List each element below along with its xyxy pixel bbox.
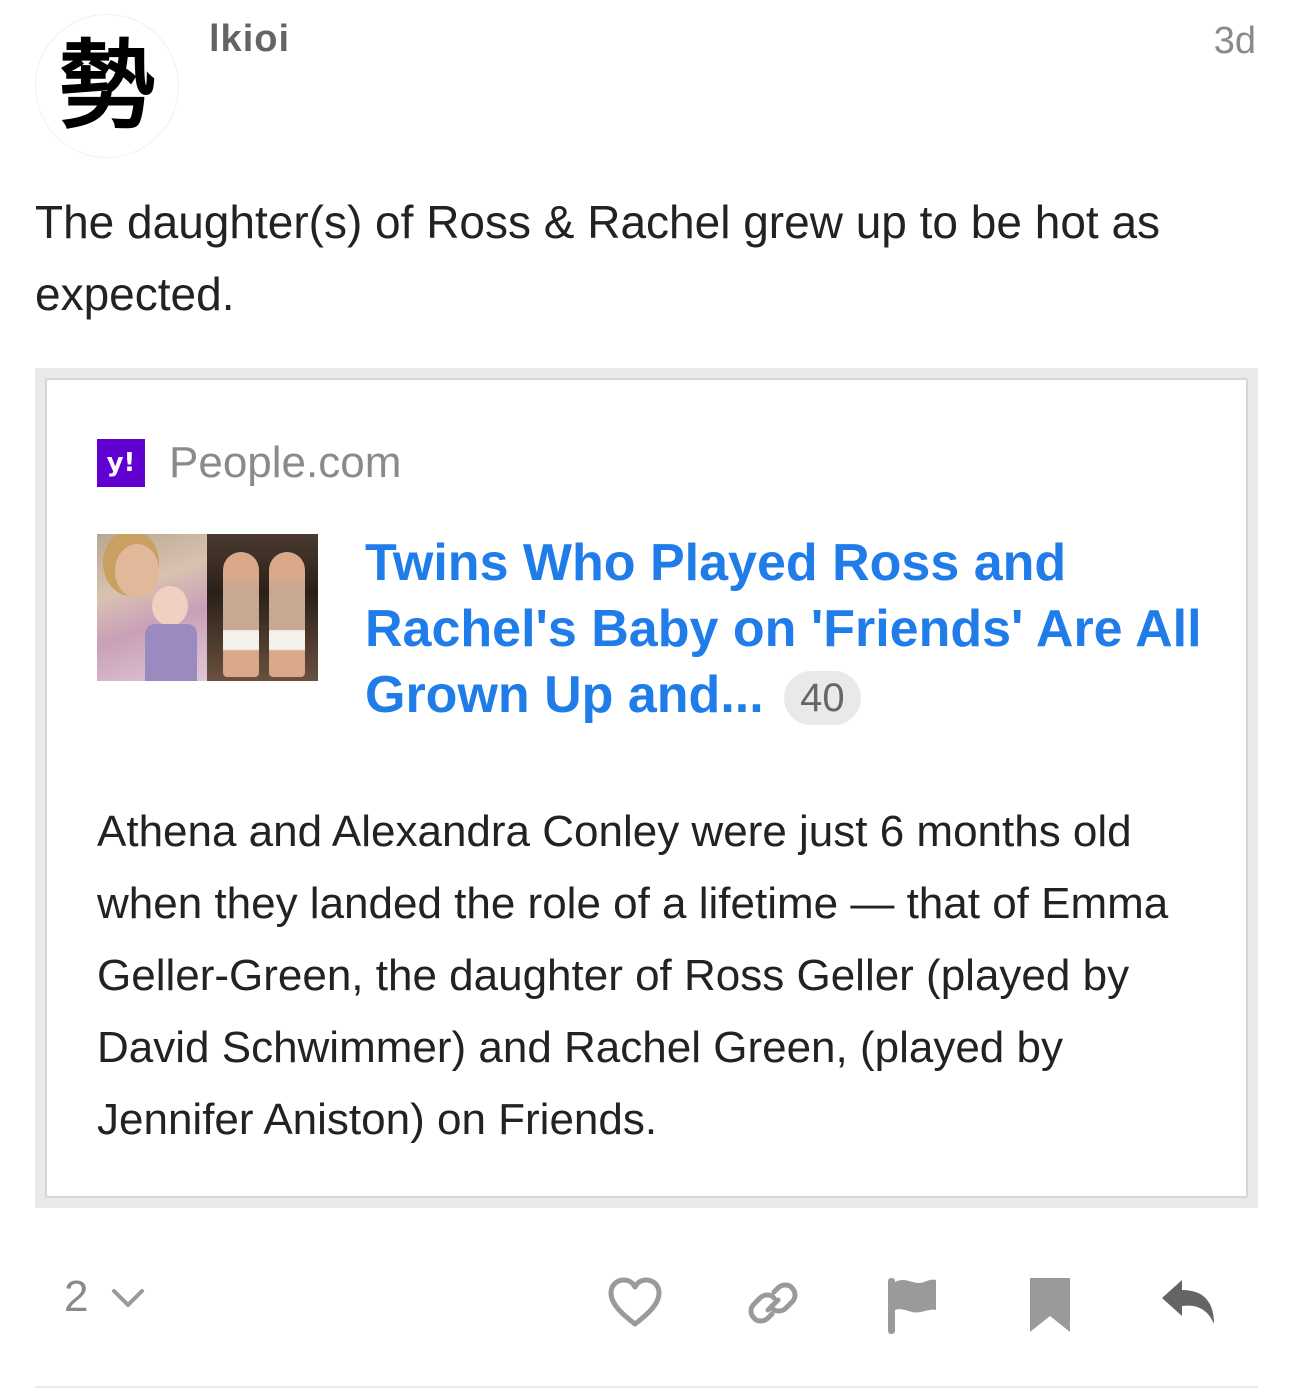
article-title[interactable]: Twins Who Played Ross and Rachel's Baby … [365,530,1205,728]
link-icon[interactable] [744,1274,802,1332]
flag-icon[interactable] [884,1274,942,1336]
avatar-glyph: 勢 [59,29,155,142]
post-divider [35,1386,1258,1388]
post-username[interactable]: lkioi [209,18,290,61]
reply-icon[interactable] [1158,1274,1218,1332]
thumbnail-right-photo [207,534,318,681]
like-count[interactable]: 2 [64,1272,88,1322]
like-count-toggle[interactable]: 2 [64,1272,148,1322]
article-thumbnail[interactable] [97,534,318,681]
bookmark-icon[interactable] [1026,1274,1074,1336]
post-controls: 2 [0,1268,1290,1338]
onebox-container: y! People.com Twins Who Played Ross and … [35,368,1258,1208]
chevron-down-icon[interactable] [108,1277,148,1317]
article-description: Athena and Alexandra Conley were just 6 … [97,807,1169,1144]
yahoo-favicon-icon: y! [97,439,145,487]
thumbnail-left-photo [97,534,207,681]
click-count-badge: 40 [784,671,861,726]
source-name[interactable]: People.com [169,438,401,488]
heart-icon[interactable] [606,1274,664,1332]
onebox-source[interactable]: y! People.com [97,438,401,488]
post-body: The daughter(s) of Ross & Rachel grew up… [35,196,1161,320]
post-date[interactable]: 3d [1214,20,1256,63]
link-preview-card: y! People.com Twins Who Played Ross and … [45,378,1248,1198]
user-avatar[interactable]: 勢 [35,14,179,158]
